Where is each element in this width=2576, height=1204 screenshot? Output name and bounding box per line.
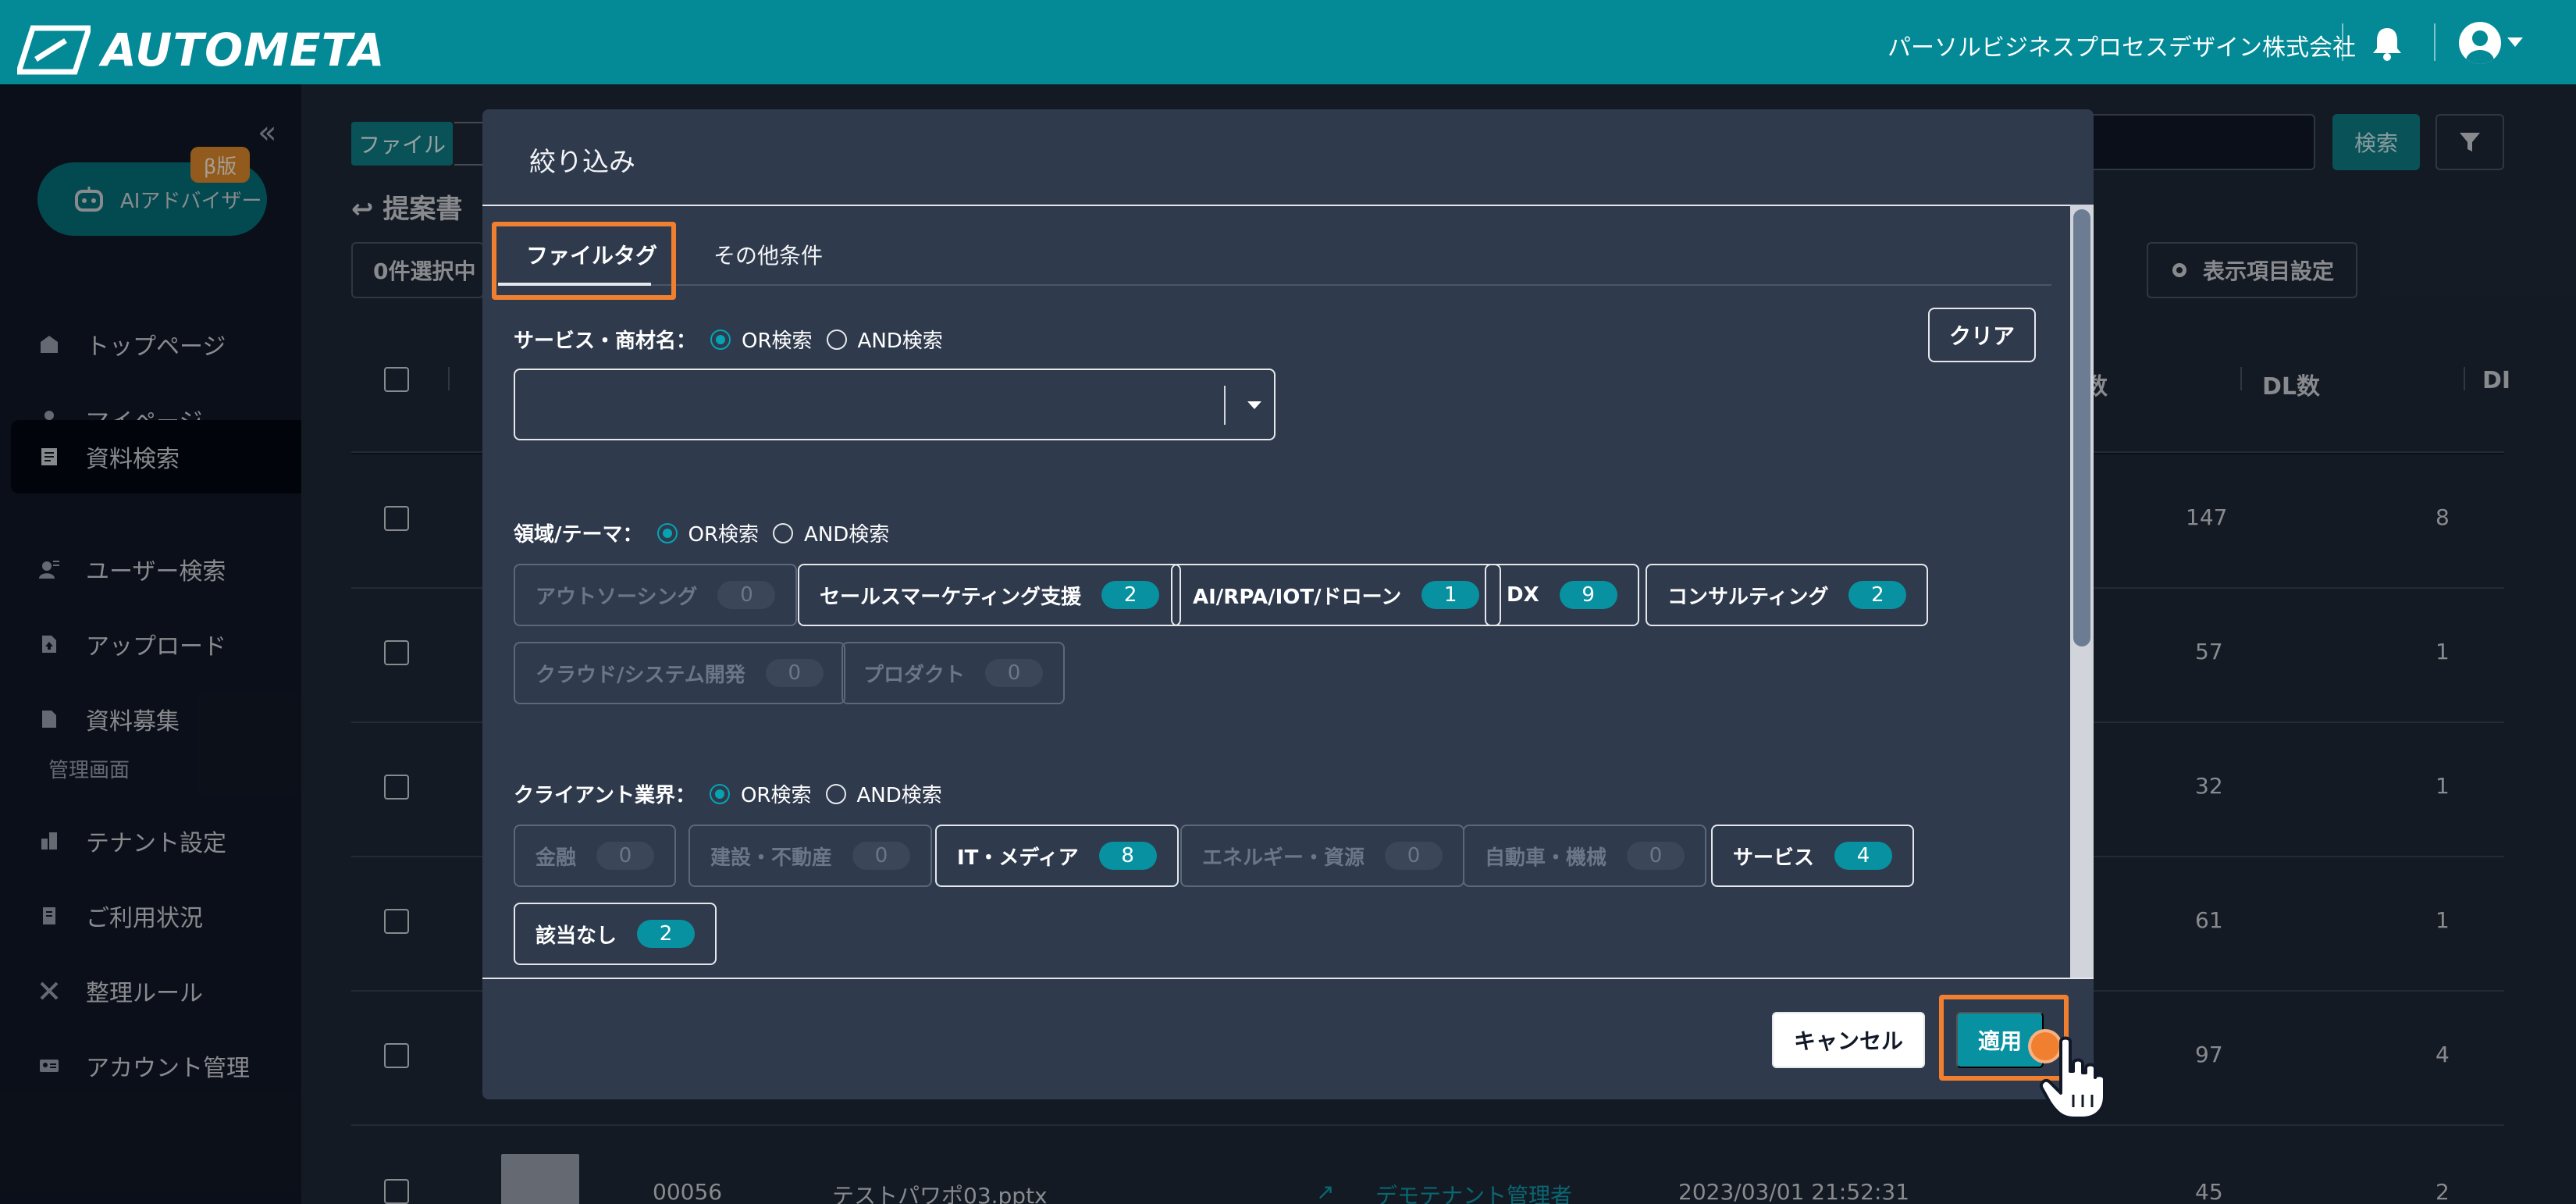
tag-count-badge: 0 (765, 659, 824, 687)
tag-chip: プロダクト 0 (841, 642, 1066, 704)
tag-count-badge: 0 (985, 659, 1044, 687)
bell-icon[interactable] (2370, 25, 2404, 61)
or-label: OR検索 (740, 784, 812, 807)
tag-chip[interactable]: 該当なし 2 (514, 903, 717, 965)
tag-count-badge: 8 (1098, 842, 1157, 870)
service-and-radio[interactable] (826, 329, 847, 350)
logo-text: AUTOMETA (101, 23, 386, 77)
tag-chip[interactable]: コンサルティング 2 (1646, 564, 1929, 626)
and-label: AND検索 (857, 329, 943, 353)
tag-chip[interactable]: DX 9 (1485, 564, 1639, 626)
pointer-hand-icon (2040, 1036, 2106, 1120)
and-label: AND検索 (804, 523, 890, 547)
tag-chip-label: 建設・不動産 (710, 846, 833, 870)
tag-chip-label: IT・メディア (957, 846, 1079, 870)
industry-and-radio[interactable] (825, 783, 846, 804)
tag-count-badge: 2 (1848, 581, 1907, 609)
header-divider (2434, 23, 2435, 61)
tag-chip[interactable]: AI/RPA/IOT/ドローン 1 (1171, 564, 1502, 626)
tag-chip-label: DX (1507, 583, 1539, 607)
industry-or-radio[interactable] (709, 783, 730, 804)
modal-scrollbar[interactable] (2070, 205, 2094, 978)
chevron-down-icon[interactable] (2507, 37, 2523, 47)
service-filter-label: サービス・商材名： OR検索 AND検索 (514, 325, 943, 354)
tag-chip-label: プロダクト (863, 663, 966, 687)
theme-label: 領域/テーマ： (514, 523, 643, 547)
tag-count-badge: 0 (596, 842, 655, 870)
scrollbar-thumb[interactable] (2073, 209, 2090, 647)
tag-chip[interactable]: IT・メディア 8 (935, 825, 1179, 887)
theme-filter-label: 領域/テーマ： OR検索 AND検索 (514, 518, 889, 547)
tag-chip: 建設・不動産 0 (688, 825, 933, 887)
tab-other-conditions[interactable]: その他条件 (713, 239, 823, 270)
logo-icon (17, 25, 91, 75)
tag-count-badge: 0 (717, 581, 776, 609)
tag-chip-label: AI/RPA/IOT/ドローン (1193, 585, 1402, 609)
theme-or-radio[interactable] (656, 522, 678, 543)
tag-chip-label: セールスマーケティング支援 (820, 585, 1082, 609)
tab-highlight-box (492, 222, 676, 300)
top-header: AUTOMETA パーソルビジネスプロセスデザイン株式会社 (0, 0, 2576, 84)
tag-chip-label: サービス (1733, 846, 1815, 870)
avatar[interactable] (2459, 22, 2501, 64)
or-label: OR検索 (688, 523, 760, 547)
tag-chip-label: 該当なし (535, 924, 617, 948)
tag-chip-label: 金融 (535, 846, 577, 870)
tag-count-badge: 0 (852, 842, 911, 870)
industry-label: クライアント業界： (514, 784, 696, 807)
tag-chip-label: クラウド/システム開発 (535, 663, 745, 687)
logo[interactable]: AUTOMETA (17, 23, 386, 77)
header-divider (2342, 23, 2343, 61)
tag-chip: 自動車・機械 0 (1463, 825, 1707, 887)
tag-chip-label: アウトソーシング (535, 585, 698, 609)
cancel-button[interactable]: キャンセル (1772, 1012, 1925, 1068)
clear-button[interactable]: クリア (1928, 308, 2036, 362)
tag-chip: クラウド/システム開発 0 (514, 642, 845, 704)
industry-filter-label: クライアント業界： OR検索 AND検索 (514, 779, 942, 808)
tag-count-badge: 0 (1627, 842, 1685, 870)
tag-count-badge: 9 (1559, 581, 1617, 609)
service-select[interactable] (514, 369, 1276, 440)
select-divider (1224, 386, 1226, 425)
chevron-down-icon[interactable] (1247, 401, 1261, 409)
service-label: サービス・商材名： (514, 329, 697, 353)
filter-modal: 絞り込み ファイルタグ その他条件 クリア サービス・商材名： OR検索 AND… (482, 109, 2094, 1099)
tag-chip: アウトソーシング 0 (514, 564, 798, 626)
tag-count-badge: 2 (637, 920, 696, 948)
theme-and-radio[interactable] (773, 522, 794, 543)
tag-chip-label: コンサルティング (1667, 585, 1829, 609)
user-avatar-icon (2466, 30, 2494, 64)
tab-bar-line (498, 284, 2051, 286)
or-label: OR検索 (742, 329, 813, 353)
divider (482, 205, 2094, 206)
tag-count-badge: 0 (1385, 842, 1443, 870)
tag-count-badge: 2 (1101, 581, 1160, 609)
tag-chip: 金融 0 (514, 825, 677, 887)
tag-count-badge: 1 (1421, 581, 1480, 609)
tag-chip-label: 自動車・機械 (1485, 846, 1607, 870)
modal-title: 絞り込み (529, 147, 635, 178)
tag-chip[interactable]: セールスマーケティング支援 2 (798, 564, 1182, 626)
tag-chip: エネルギー・資源 0 (1180, 825, 1465, 887)
and-label: AND検索 (856, 784, 942, 807)
tag-count-badge: 4 (1834, 842, 1893, 870)
tag-chip[interactable]: サービス 4 (1711, 825, 1915, 887)
divider (482, 978, 2094, 979)
company-name: パーソルビジネスプロセスデザイン株式会社 (1888, 34, 2356, 62)
tag-chip-label: エネルギー・資源 (1202, 846, 1365, 870)
service-or-radio[interactable] (710, 329, 731, 350)
